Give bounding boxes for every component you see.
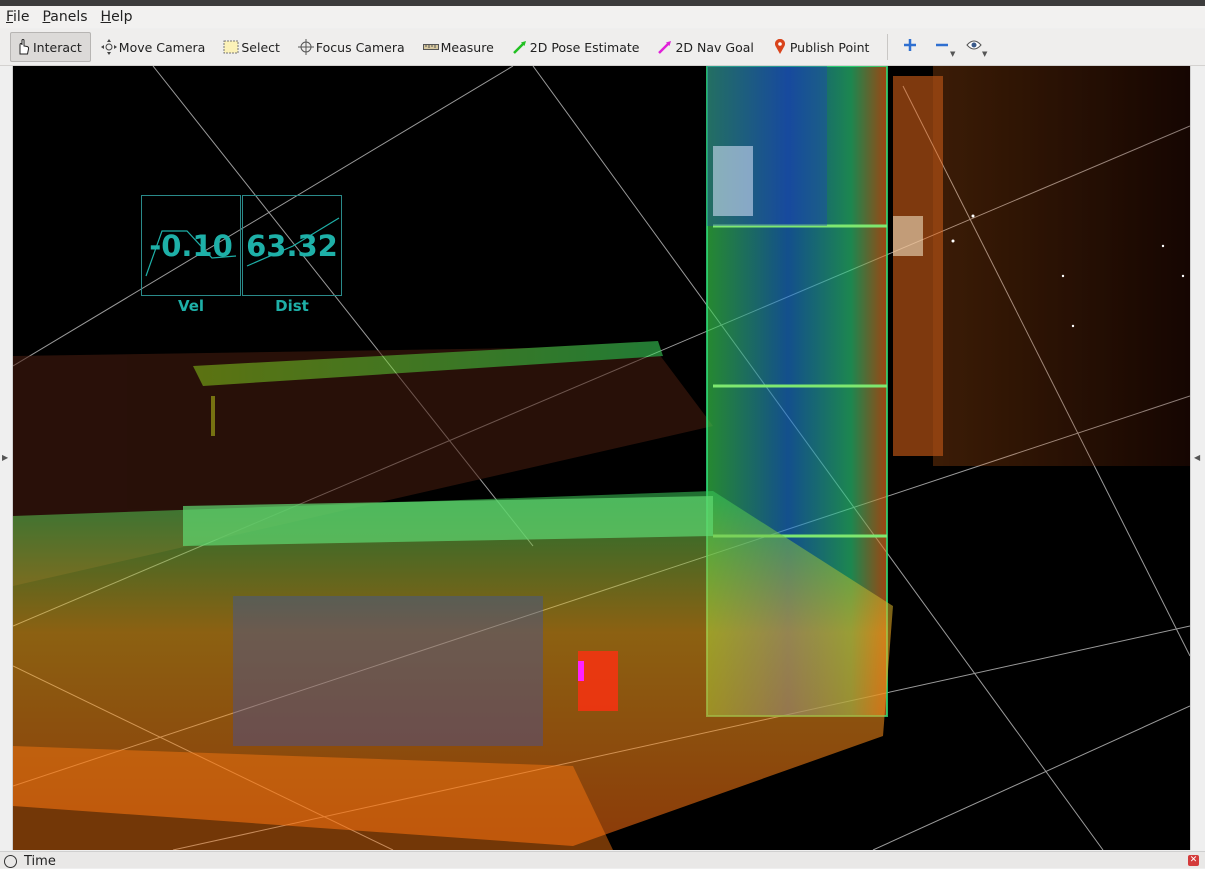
view-options-button[interactable]: ▼ [960, 33, 988, 61]
time-panel-header: Time ✕ [0, 851, 1205, 869]
expand-right-arrow-icon[interactable]: ◀ [1194, 453, 1200, 462]
select-tool-button[interactable]: Select [219, 33, 288, 61]
dist-plot-box: 63.32 Dist [242, 195, 342, 315]
menu-file[interactable]: File [0, 6, 36, 28]
left-dock-handle[interactable]: ▶ [0, 66, 13, 850]
dropdown-arrow-icon: ▼ [950, 50, 956, 58]
menu-help[interactable]: Help [95, 6, 140, 28]
menu-panels[interactable]: Panels [36, 6, 94, 28]
point-cloud-render [13, 66, 1190, 850]
move-camera-tool-button[interactable]: Move Camera [97, 33, 214, 61]
close-panel-icon[interactable]: ✕ [1188, 855, 1199, 866]
vel-label: Vel [177, 297, 205, 315]
add-tool-button[interactable] [896, 33, 924, 61]
right-dock-handle[interactable]: ◀ [1190, 66, 1205, 850]
focus-crosshair-icon [297, 39, 314, 55]
magenta-arrow-icon [657, 39, 673, 55]
dist-value: 63.32 [246, 229, 338, 263]
publish-point-tool-button[interactable]: Publish Point [768, 33, 878, 61]
vel-value: -0.10 [149, 229, 233, 263]
expand-left-arrow-icon[interactable]: ▶ [2, 453, 8, 462]
map-pin-icon [772, 39, 788, 55]
move-camera-icon [100, 39, 117, 55]
ruler-icon [422, 39, 439, 55]
vel-plot-box: -0.10 Vel [141, 195, 241, 315]
measure-tool-button[interactable]: Measure [419, 33, 502, 61]
interact-tool-button[interactable]: Interact [10, 32, 91, 62]
pose-estimate-tool-button[interactable]: 2D Pose Estimate [508, 33, 648, 61]
3d-render-viewport[interactable]: -0.10 Vel 63.32 Dist [13, 66, 1190, 850]
minus-icon [935, 38, 949, 56]
dist-label: Dist [275, 297, 309, 315]
tool-toolbar: Interact Move Camera Select Focus Camera… [0, 29, 1205, 66]
green-arrow-icon [512, 39, 528, 55]
remove-tool-button[interactable]: ▼ [928, 33, 956, 61]
focus-camera-tool-button[interactable]: Focus Camera [294, 33, 413, 61]
plus-icon [903, 38, 917, 56]
right-building-points [893, 66, 1190, 466]
clock-icon [4, 855, 17, 868]
toolbar-separator [887, 34, 889, 60]
eye-icon [966, 39, 983, 55]
base-structure-points [13, 491, 893, 850]
dropdown-arrow-icon: ▼ [982, 50, 988, 58]
hand-pointer-icon [15, 39, 31, 55]
menubar: File Panels Help [0, 6, 1205, 28]
select-box-icon [223, 39, 239, 55]
nav-goal-tool-button[interactable]: 2D Nav Goal [653, 33, 761, 61]
